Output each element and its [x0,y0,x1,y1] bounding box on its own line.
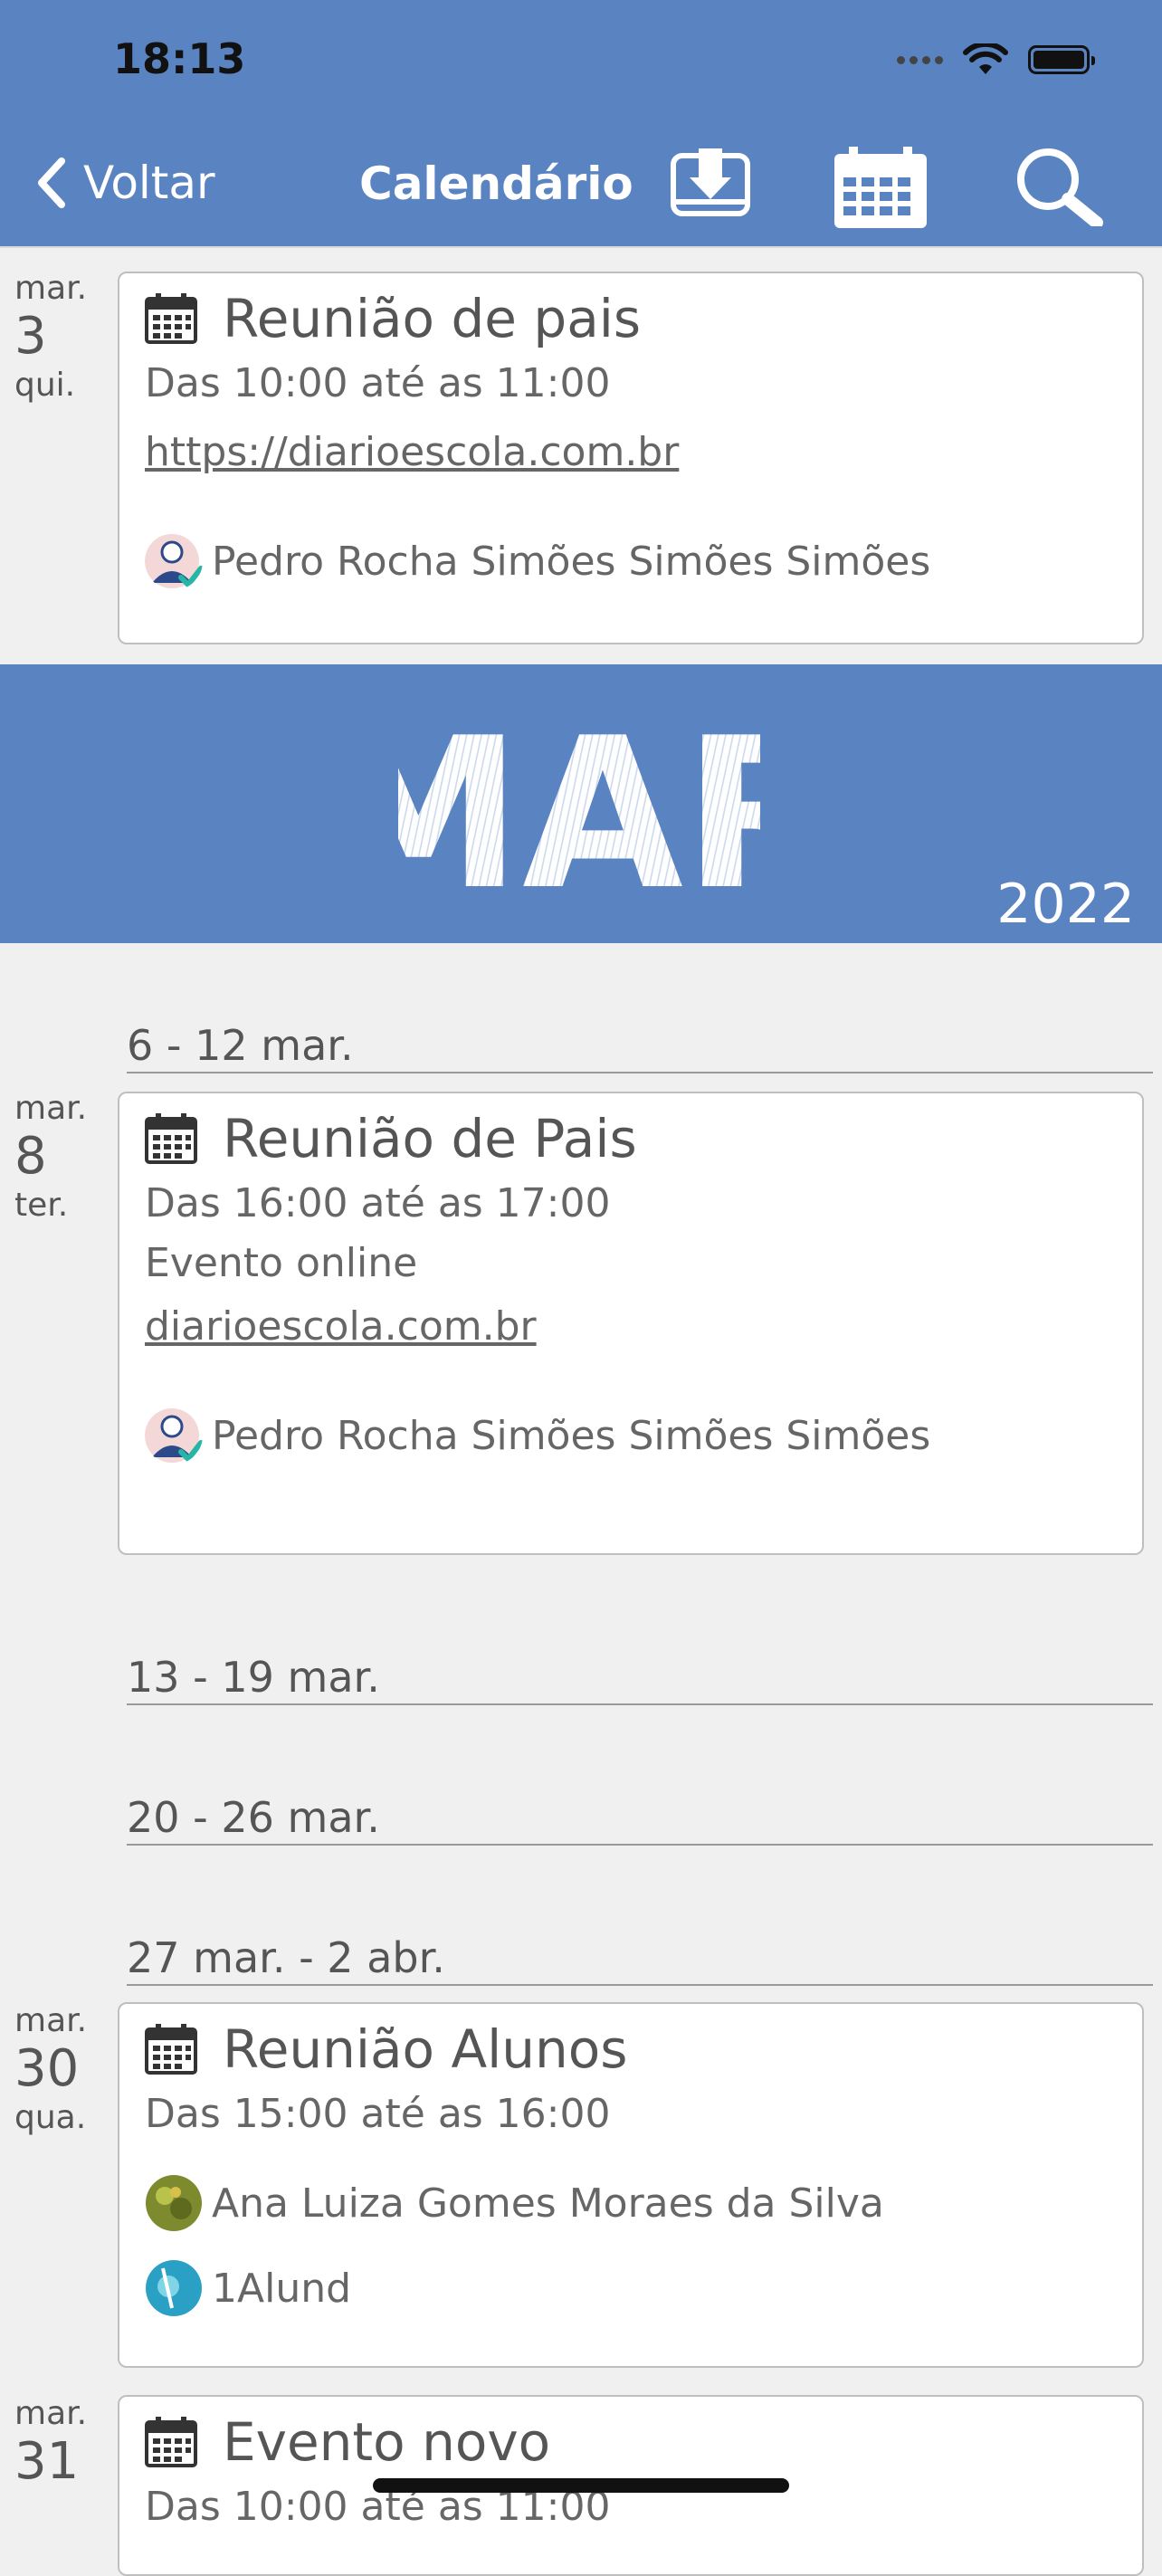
event-title: Reunião Alunos [223,2018,628,2080]
day-weekday: ter. [14,1187,69,1224]
day-month: mar. [14,2395,88,2432]
calendar-icon[interactable] [833,145,929,230]
home-indicator[interactable] [373,2478,789,2493]
event-person: Pedro Rocha Simões Simões Simões [145,532,930,590]
event-title-row: Evento novo [145,2411,550,2473]
back-label: Voltar [83,157,215,209]
day-number: 3 [14,307,47,366]
day-number: 8 [14,1127,47,1186]
back-button[interactable]: Voltar [34,156,215,210]
event-person: Pedro Rocha Simões Simões Simões [145,1407,930,1465]
teacher-avatar-icon [145,1408,203,1464]
month-text: MAR [398,694,760,909]
event-link[interactable]: diarioescola.com.br [145,1303,537,1350]
event-time: Das 10:00 até as 11:00 [145,360,611,406]
event-title: Reunião de Pais [223,1108,637,1169]
event-title-row: Reunião de Pais [145,1108,637,1169]
day-weekday: qui. [14,367,76,404]
event-title: Reunião de pais [223,288,642,349]
event-person: 1Alund [145,2259,351,2317]
banner-year: 2022 [996,873,1135,936]
page-title: Calendário [359,157,633,210]
day-month: mar. [14,1090,88,1127]
day-number: 31 [14,2432,80,2491]
person-name: Ana Luiza Gomes Moraes da Silva [212,2180,884,2227]
event-card[interactable]: Reunião de pais Das 10:00 até as 11:00 h… [118,272,1144,644]
day-label: mar. 31 [14,2395,105,2492]
event-title-row: Reunião Alunos [145,2018,628,2080]
calendar-small-icon [145,1113,197,1164]
event-title-row: Reunião de pais [145,288,641,349]
week-header: 6 - 12 mar. [127,1021,1153,1073]
battery-icon [1028,45,1095,74]
event-title: Evento novo [223,2411,551,2473]
week-header: 27 mar. - 2 abr. [127,1933,1153,1986]
download-icon[interactable] [670,145,751,221]
day-number: 30 [14,2039,80,2098]
day-weekday: qua. [14,2099,87,2136]
event-card[interactable]: Reunião de Pais Das 16:00 até as 17:00 E… [118,1092,1144,1555]
calendar-small-icon [145,2417,197,2467]
day-label: mar. 8 ter. [14,1090,105,1224]
wifi-icon [963,43,1008,74]
app-header: 18:13 Voltar Calendário [0,0,1162,246]
day-month: mar. [14,2002,88,2039]
month-lettering: MAR [398,694,760,909]
person-name: 1Alund [212,2265,352,2312]
student-photo-avatar-icon [146,2175,202,2231]
chevron-left-icon [38,157,65,208]
month-banner: MAR 2022 [0,664,1162,943]
person-name: Pedro Rocha Simões Simões Simões [212,538,931,585]
person-name: Pedro Rocha Simões Simões Simões [212,1412,931,1459]
header-divider [0,246,1162,248]
week-header: 13 - 19 mar. [127,1653,1153,1705]
calendar-small-icon [145,2024,197,2075]
event-person: Ana Luiza Gomes Moraes da Silva [145,2174,884,2232]
day-label: mar. 30 qua. [14,2002,105,2136]
day-label: mar. 3 qui. [14,270,105,404]
event-link[interactable]: https://diarioescola.com.br [145,429,679,475]
event-time: Das 15:00 até as 16:00 [145,2091,611,2137]
search-icon[interactable] [1012,145,1108,226]
week-header: 20 - 26 mar. [127,1793,1153,1846]
event-location: Evento online [145,1240,418,1286]
signal-icon [897,55,943,64]
status-time: 18:13 [113,34,246,83]
teacher-avatar-icon [145,534,203,589]
calendar-small-icon [145,293,197,344]
event-card[interactable]: Reunião Alunos Das 15:00 até as 16:00 An… [118,2002,1144,2368]
student-photo-avatar-icon [146,2260,202,2316]
day-month: mar. [14,270,88,307]
event-time: Das 16:00 até as 17:00 [145,1180,611,1226]
status-icons [897,43,1095,76]
